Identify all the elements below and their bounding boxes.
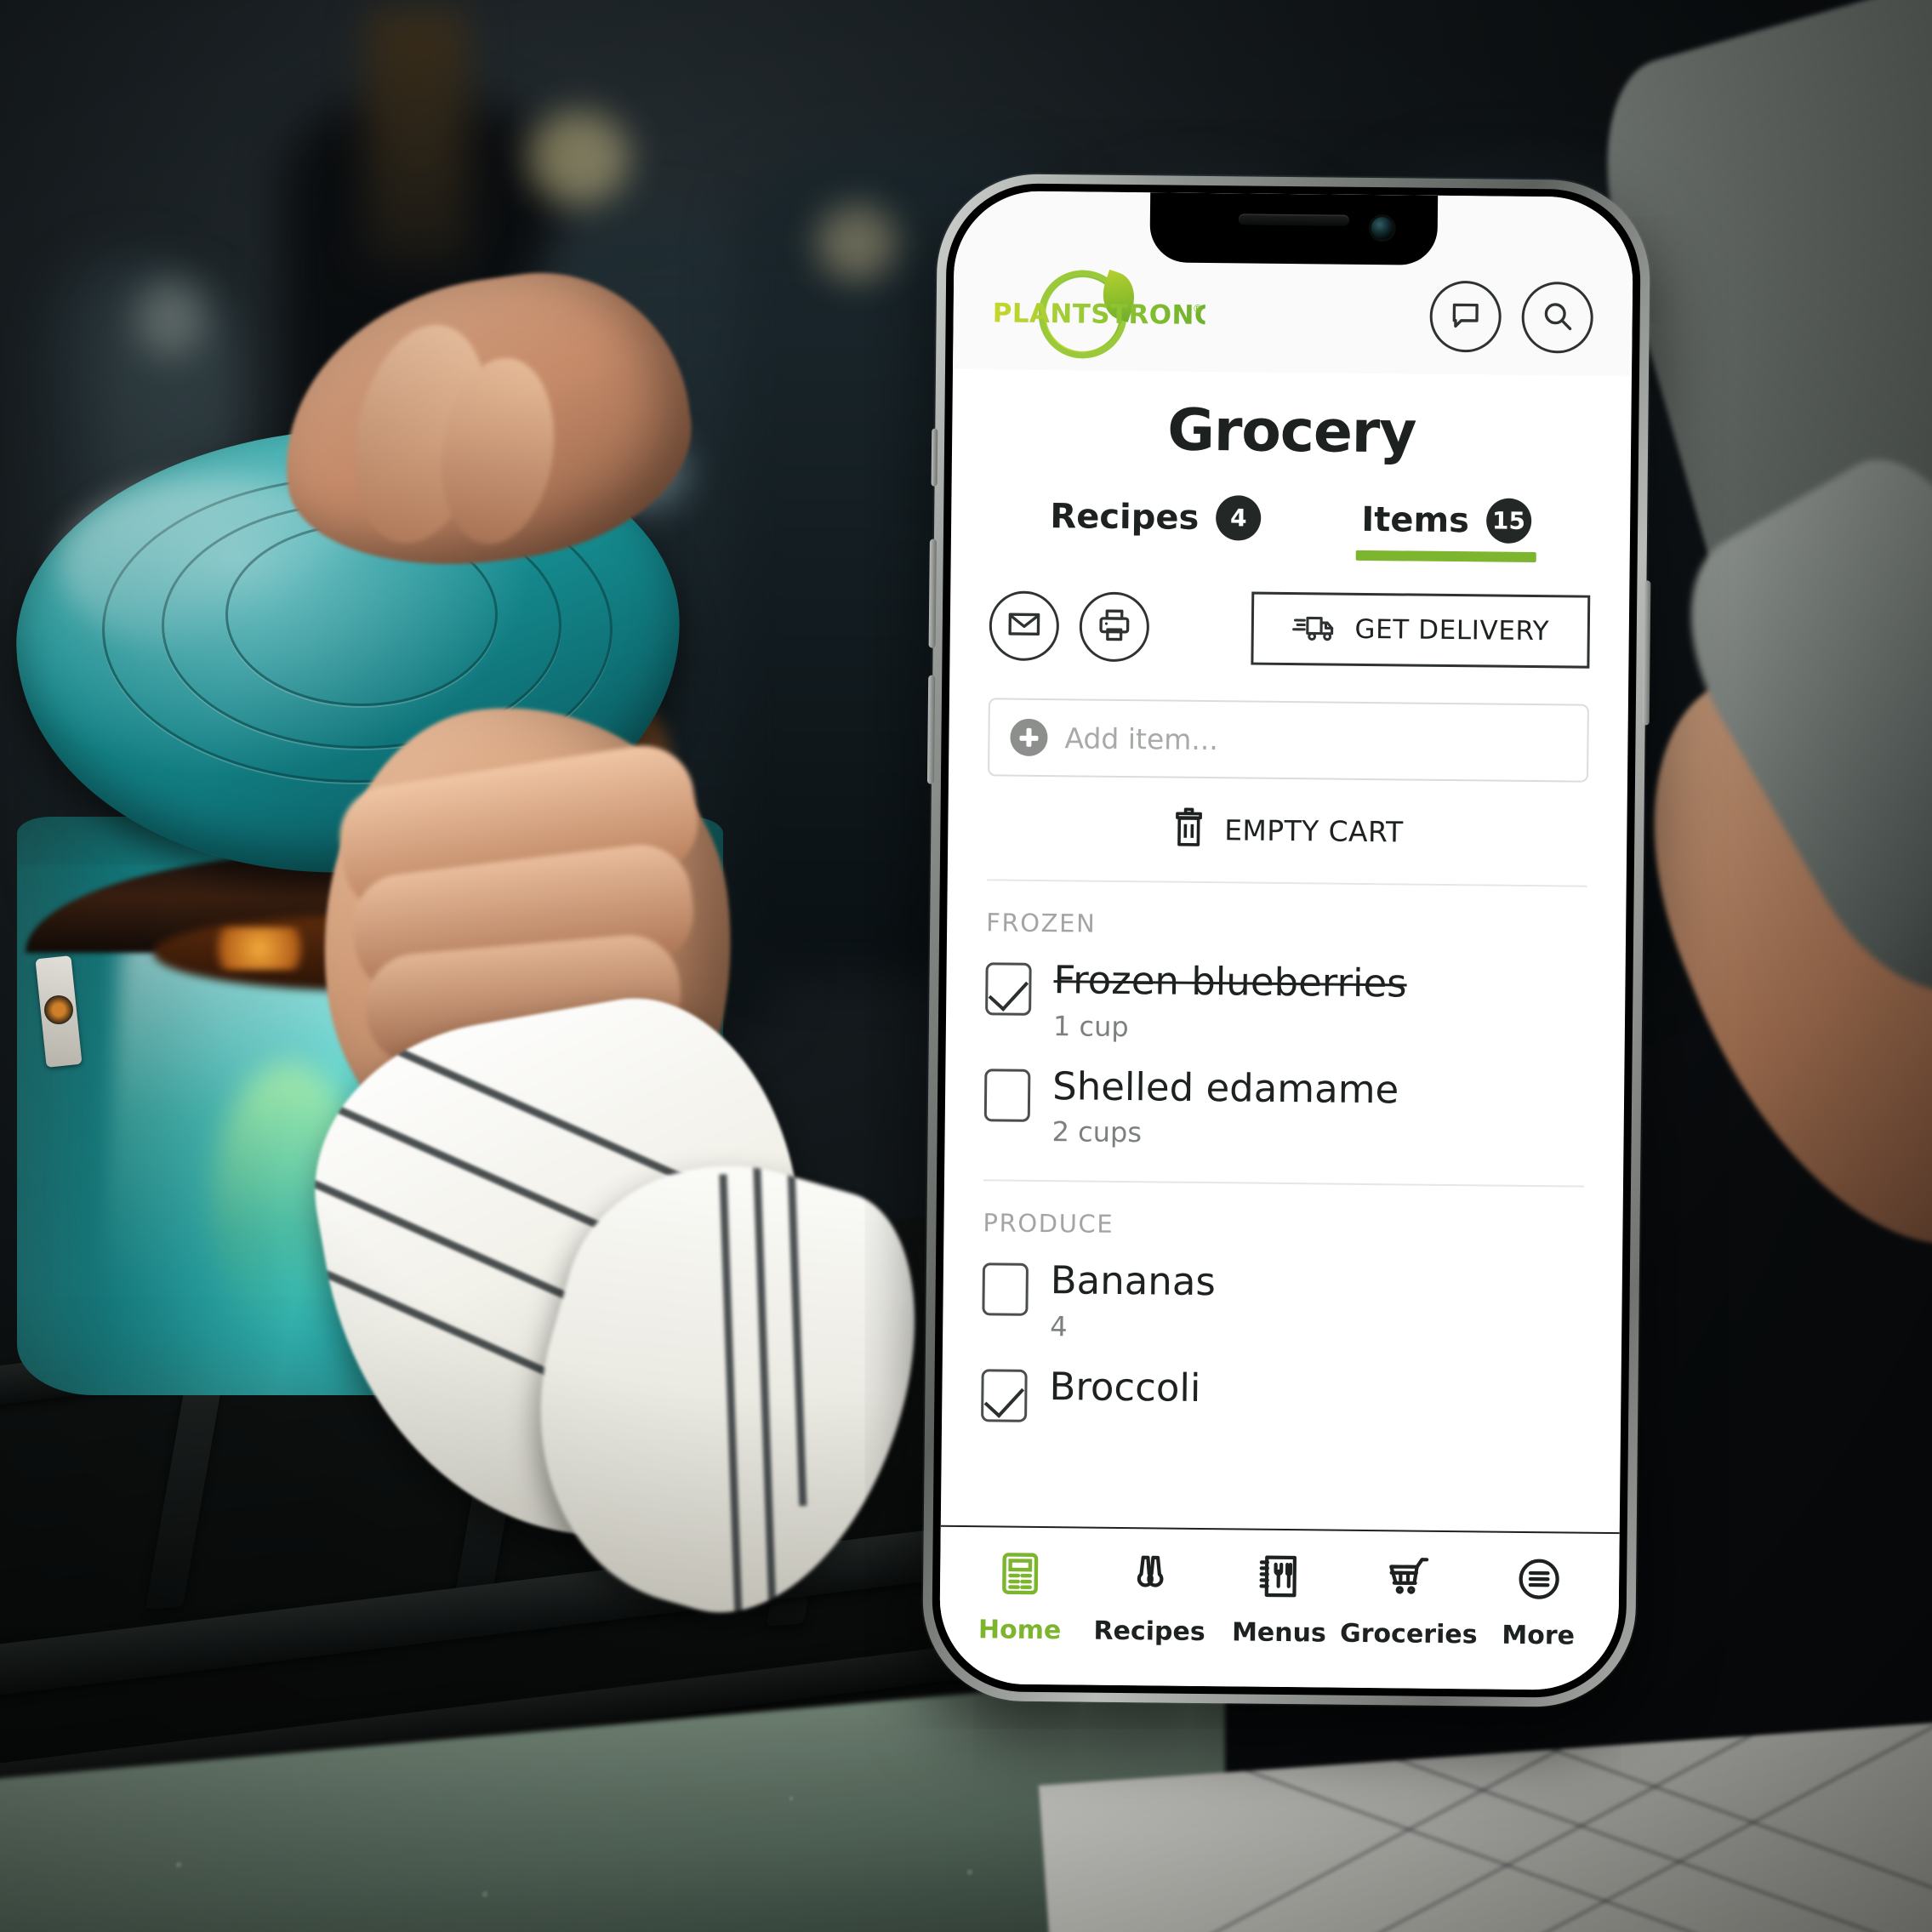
section-title-produce: PRODUCE xyxy=(983,1208,1114,1240)
logo-wordmark: PLANTSTRONG xyxy=(992,298,1217,332)
notch xyxy=(1149,192,1439,265)
tab-items-label: Items xyxy=(1361,499,1470,540)
volume-down-button[interactable] xyxy=(926,675,936,784)
item-quantity: 4 xyxy=(1050,1309,1068,1343)
item-name: Broccoli xyxy=(1049,1363,1201,1411)
item-name: Bananas xyxy=(1050,1257,1217,1305)
list-item[interactable]: Bananas 4 xyxy=(982,1244,1583,1356)
add-item-row: Add item... xyxy=(949,698,1628,783)
add-item-field[interactable]: Add item... xyxy=(988,698,1589,783)
nav-label-menus: Menus xyxy=(1231,1617,1327,1649)
tab-bar: Recipes 4 Items 15 xyxy=(951,493,1631,563)
get-delivery-label: GET DELIVERY xyxy=(1354,613,1550,647)
nav-item-menus[interactable]: Menus xyxy=(1223,1552,1335,1649)
item-name: Shelled edamame xyxy=(1051,1063,1399,1112)
empty-cart-button[interactable]: EMPTY CART xyxy=(948,805,1627,886)
mute-switch[interactable] xyxy=(931,428,938,487)
nav-item-more[interactable]: More xyxy=(1483,1554,1594,1651)
delivery-truck-icon xyxy=(1291,609,1337,650)
tab-items[interactable]: Items 15 xyxy=(1361,497,1532,562)
printer-icon xyxy=(1097,607,1132,647)
chat-button[interactable] xyxy=(1429,280,1502,353)
trash-icon xyxy=(1171,807,1206,852)
nav-label-more: More xyxy=(1502,1620,1576,1651)
earpiece-speaker xyxy=(1238,214,1349,226)
nav-item-groceries[interactable]: Groceries xyxy=(1340,1553,1478,1650)
email-button[interactable] xyxy=(989,590,1060,662)
nav-label-groceries: Groceries xyxy=(1339,1618,1478,1650)
list-item[interactable]: Broccoli xyxy=(981,1350,1582,1436)
tab-recipes[interactable]: Recipes 4 xyxy=(1050,493,1262,560)
bottom-navigation: Home Recipes Menus Groceries More xyxy=(938,1525,1620,1691)
shopping-cart-icon xyxy=(1385,1553,1433,1606)
menu-notebook-icon xyxy=(1256,1553,1304,1605)
item-checkbox[interactable] xyxy=(985,962,1032,1016)
item-quantity: 2 cups xyxy=(1051,1115,1143,1149)
page-title: Grocery xyxy=(1166,396,1416,467)
list-actions: GET DELIVERY xyxy=(949,589,1629,669)
plantstrong-logo[interactable]: PLANTSTRONG ® xyxy=(992,269,1217,359)
envelope-icon xyxy=(1006,606,1042,646)
item-checkbox[interactable] xyxy=(982,1262,1029,1317)
grocery-list[interactable]: FROZEN Frozen blueberries 1 cup Shelled … xyxy=(941,879,1627,1532)
print-button[interactable] xyxy=(1079,591,1150,663)
item-checkbox[interactable] xyxy=(983,1068,1031,1122)
more-hamburger-circle-icon xyxy=(1515,1555,1564,1608)
chat-bubble-icon xyxy=(1448,297,1482,335)
search-button[interactable] xyxy=(1521,281,1594,354)
search-icon xyxy=(1540,299,1574,337)
tab-items-badge: 15 xyxy=(1485,498,1532,544)
header-actions xyxy=(1429,280,1594,354)
nav-label-recipes: Recipes xyxy=(1093,1616,1205,1648)
empty-cart-label: EMPTY CART xyxy=(1223,813,1404,849)
tab-recipes-label: Recipes xyxy=(1050,496,1200,538)
volume-up-button[interactable] xyxy=(928,539,937,648)
item-quantity: 1 cup xyxy=(1052,1009,1129,1043)
phone-mockup: PLANTSTRONG ® Grocery Recipes 4 Items 15… xyxy=(921,173,1651,1708)
item-checkbox[interactable] xyxy=(981,1369,1028,1422)
tab-recipes-badge: 4 xyxy=(1216,495,1262,541)
phone-screen: PLANTSTRONG ® Grocery Recipes 4 Items 15… xyxy=(938,190,1634,1691)
nav-item-home[interactable]: Home xyxy=(965,1549,1076,1645)
logo-registered-mark: ® xyxy=(1194,301,1202,315)
item-name: Frozen blueberries xyxy=(1053,957,1407,1006)
home-feed-icon xyxy=(996,1549,1045,1602)
list-item[interactable]: Frozen blueberries 1 cup xyxy=(985,943,1587,1056)
add-item-placeholder: Add item... xyxy=(1064,721,1219,756)
phone-bezel: PLANTSTRONG ® Grocery Recipes 4 Items 15… xyxy=(931,182,1642,1699)
section-title-frozen: FROZEN xyxy=(986,908,1097,938)
nav-item-recipes[interactable]: Recipes xyxy=(1093,1551,1205,1648)
get-delivery-button[interactable]: GET DELIVERY xyxy=(1251,591,1591,669)
plus-circle-icon xyxy=(1010,718,1048,757)
front-camera xyxy=(1371,216,1393,240)
binoculars-icon xyxy=(1126,1551,1174,1604)
nav-label-home: Home xyxy=(977,1615,1062,1646)
list-item[interactable]: Shelled edamame 2 cups xyxy=(983,1050,1585,1162)
